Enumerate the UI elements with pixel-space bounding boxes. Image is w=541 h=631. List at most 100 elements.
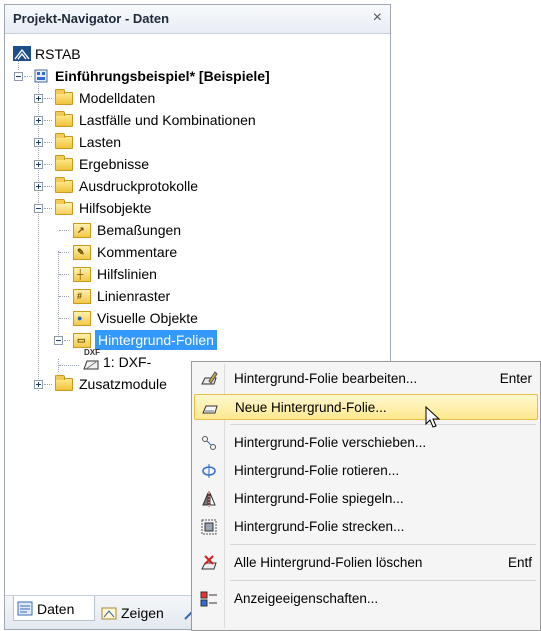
tree-item-kommentare[interactable]: ✎ Kommentare xyxy=(59,241,259,263)
menu-item-new-background[interactable]: Neue Hintergrund-Folie... xyxy=(194,394,538,420)
tree-label: Hilfsobjekte xyxy=(79,200,152,216)
tree-label-rstab: RSTAB xyxy=(35,46,81,62)
menu-item-shortcut: Entf xyxy=(507,555,532,570)
tree-label-selected: Hintergrund-Folien xyxy=(95,330,217,350)
menu-item-mirror-background[interactable]: Hintergrund-Folie spiegeln... xyxy=(194,486,538,512)
panel-titlebar: Projekt-Navigator - Daten × xyxy=(5,5,390,34)
tree-line xyxy=(59,365,79,366)
tree-label: Kommentare xyxy=(97,244,178,260)
menu-item-edit-background[interactable]: Hintergrund-Folie bearbeiten... Enter xyxy=(194,366,538,392)
visual-object-icon: ● xyxy=(73,311,91,326)
menu-item-rotate-background[interactable]: Hintergrund-Folie rotieren... xyxy=(194,458,538,484)
tree-item-project[interactable]: Einführungsbeispiel* [Beispiele] xyxy=(13,65,343,87)
stretch-icon xyxy=(200,518,218,536)
collapse-icon[interactable] xyxy=(34,204,43,213)
tree-line xyxy=(59,274,69,275)
context-menu: Hintergrund-Folie bearbeiten... Enter Ne… xyxy=(191,361,541,631)
project-icon xyxy=(33,68,49,84)
tree-item-zusatzmodule[interactable]: Zusatzmodule xyxy=(33,373,193,395)
expand-icon[interactable] xyxy=(34,116,43,125)
menu-item-stretch-background[interactable]: Hintergrund-Folie strecken... xyxy=(194,514,538,540)
tree-item-rstab[interactable]: RSTAB xyxy=(13,43,133,65)
dxf-badge: DXF xyxy=(84,348,100,357)
tree-item-hilfslinien[interactable]: ┼ Hilfslinien xyxy=(59,263,259,285)
menu-item-label: Hintergrund-Folie rotieren... xyxy=(234,463,400,478)
menu-item-label: Hintergrund-Folie spiegeln... xyxy=(234,491,404,506)
new-background-icon xyxy=(201,399,219,417)
folder-icon xyxy=(55,89,73,105)
tree-label: Ausdruckprotokolle xyxy=(79,178,199,194)
background-folder-icon: ▭ xyxy=(73,333,91,348)
tree-item-hilfsobjekte[interactable]: Hilfsobjekte xyxy=(33,197,233,219)
tree-item-linienraster[interactable]: # Linienraster xyxy=(59,285,259,307)
menu-item-label: Alle Hintergrund-Folien löschen xyxy=(234,555,423,570)
guideline-icon: ┼ xyxy=(73,267,91,282)
close-icon[interactable]: × xyxy=(373,9,382,27)
tree-line xyxy=(44,98,52,99)
panel-title: Projekt-Navigator - Daten xyxy=(13,11,170,26)
tree-label: Lastfälle und Kombinationen xyxy=(79,112,256,128)
grid-icon: # xyxy=(73,289,91,304)
delete-all-icon xyxy=(200,554,218,572)
tree-item-dxf[interactable]: DXF 1: DXF- xyxy=(59,348,159,373)
tab-zeigen[interactable]: Zeigen xyxy=(101,602,181,624)
expand-icon[interactable] xyxy=(34,380,43,389)
expand-icon[interactable] xyxy=(34,160,43,169)
tree-label: Linienraster xyxy=(97,288,171,304)
tree-label: Visuelle Objekte xyxy=(97,310,198,326)
menu-item-label: Hintergrund-Folie strecken... xyxy=(234,519,405,534)
tree-line xyxy=(44,384,52,385)
open-folder-icon xyxy=(55,199,73,215)
tree-line xyxy=(24,76,32,77)
tree-label: Hilfslinien xyxy=(97,266,157,282)
tree-item-ergebnisse[interactable]: Ergebnisse xyxy=(33,153,233,175)
comment-icon: ✎ xyxy=(73,245,91,260)
tree-item-bemassungen[interactable]: ↗ Bemaßungen xyxy=(59,219,259,241)
collapse-icon[interactable] xyxy=(14,72,23,81)
expand-icon[interactable] xyxy=(34,182,43,191)
menu-item-label: Hintergrund-Folie bearbeiten... xyxy=(234,371,418,386)
tree-item-visuelle-objekte[interactable]: ● Visuelle Objekte xyxy=(59,307,259,329)
tab-label: Zeigen xyxy=(121,605,164,621)
show-tab-icon xyxy=(101,605,117,620)
tree-label: Lasten xyxy=(79,134,122,150)
tree-item-ausdruckprotokolle[interactable]: Ausdruckprotokolle xyxy=(33,175,253,197)
edit-background-icon xyxy=(200,370,218,388)
menu-item-delete-all-backgrounds[interactable]: Alle Hintergrund-Folien löschen Entf xyxy=(194,550,538,576)
tree-line xyxy=(59,230,69,231)
menu-item-label: Anzeigeeigenschaften... xyxy=(234,591,379,606)
tree-label: Ergebnisse xyxy=(79,156,150,172)
tree-label: Modelldaten xyxy=(79,90,156,106)
tree-label: Zusatzmodule xyxy=(79,376,167,392)
rstab-logo-icon xyxy=(13,46,31,61)
menu-separator xyxy=(230,544,536,545)
folder-icon xyxy=(55,133,73,149)
tree-line xyxy=(59,296,69,297)
tab-daten[interactable]: Daten xyxy=(13,596,95,621)
display-properties-icon xyxy=(200,590,218,608)
tree-label: Bemaßungen xyxy=(97,222,182,238)
tree-label-project: Einführungsbeispiel* [Beispiele] xyxy=(55,68,270,84)
tree-item-modelldaten[interactable]: Modelldaten xyxy=(33,87,313,109)
tree-line xyxy=(44,142,52,143)
expand-icon[interactable] xyxy=(34,138,43,147)
tree-line xyxy=(44,120,52,121)
tree-line xyxy=(59,318,69,319)
menu-item-display-properties[interactable]: Anzeigeeigenschaften... xyxy=(194,586,538,612)
expand-icon[interactable] xyxy=(34,94,43,103)
folder-icon xyxy=(55,155,73,171)
tree-line xyxy=(64,340,70,341)
dimension-icon: ↗ xyxy=(73,223,91,238)
mouse-cursor-icon xyxy=(425,405,441,430)
menu-item-move-background[interactable]: Hintergrund-Folie verschieben... xyxy=(194,430,538,456)
menu-item-label: Hintergrund-Folie verschieben... xyxy=(234,435,427,450)
tree-item-lasten[interactable]: Lasten xyxy=(33,131,233,153)
move-icon xyxy=(200,434,218,452)
tree-line xyxy=(44,208,52,209)
menu-item-label: Neue Hintergrund-Folie... xyxy=(235,400,387,415)
collapse-icon[interactable] xyxy=(54,336,63,345)
tree-line xyxy=(44,186,52,187)
tree-item-lastfaelle[interactable]: Lastfälle und Kombinationen xyxy=(33,109,333,131)
mirror-icon xyxy=(200,490,218,508)
menu-separator xyxy=(230,580,536,581)
